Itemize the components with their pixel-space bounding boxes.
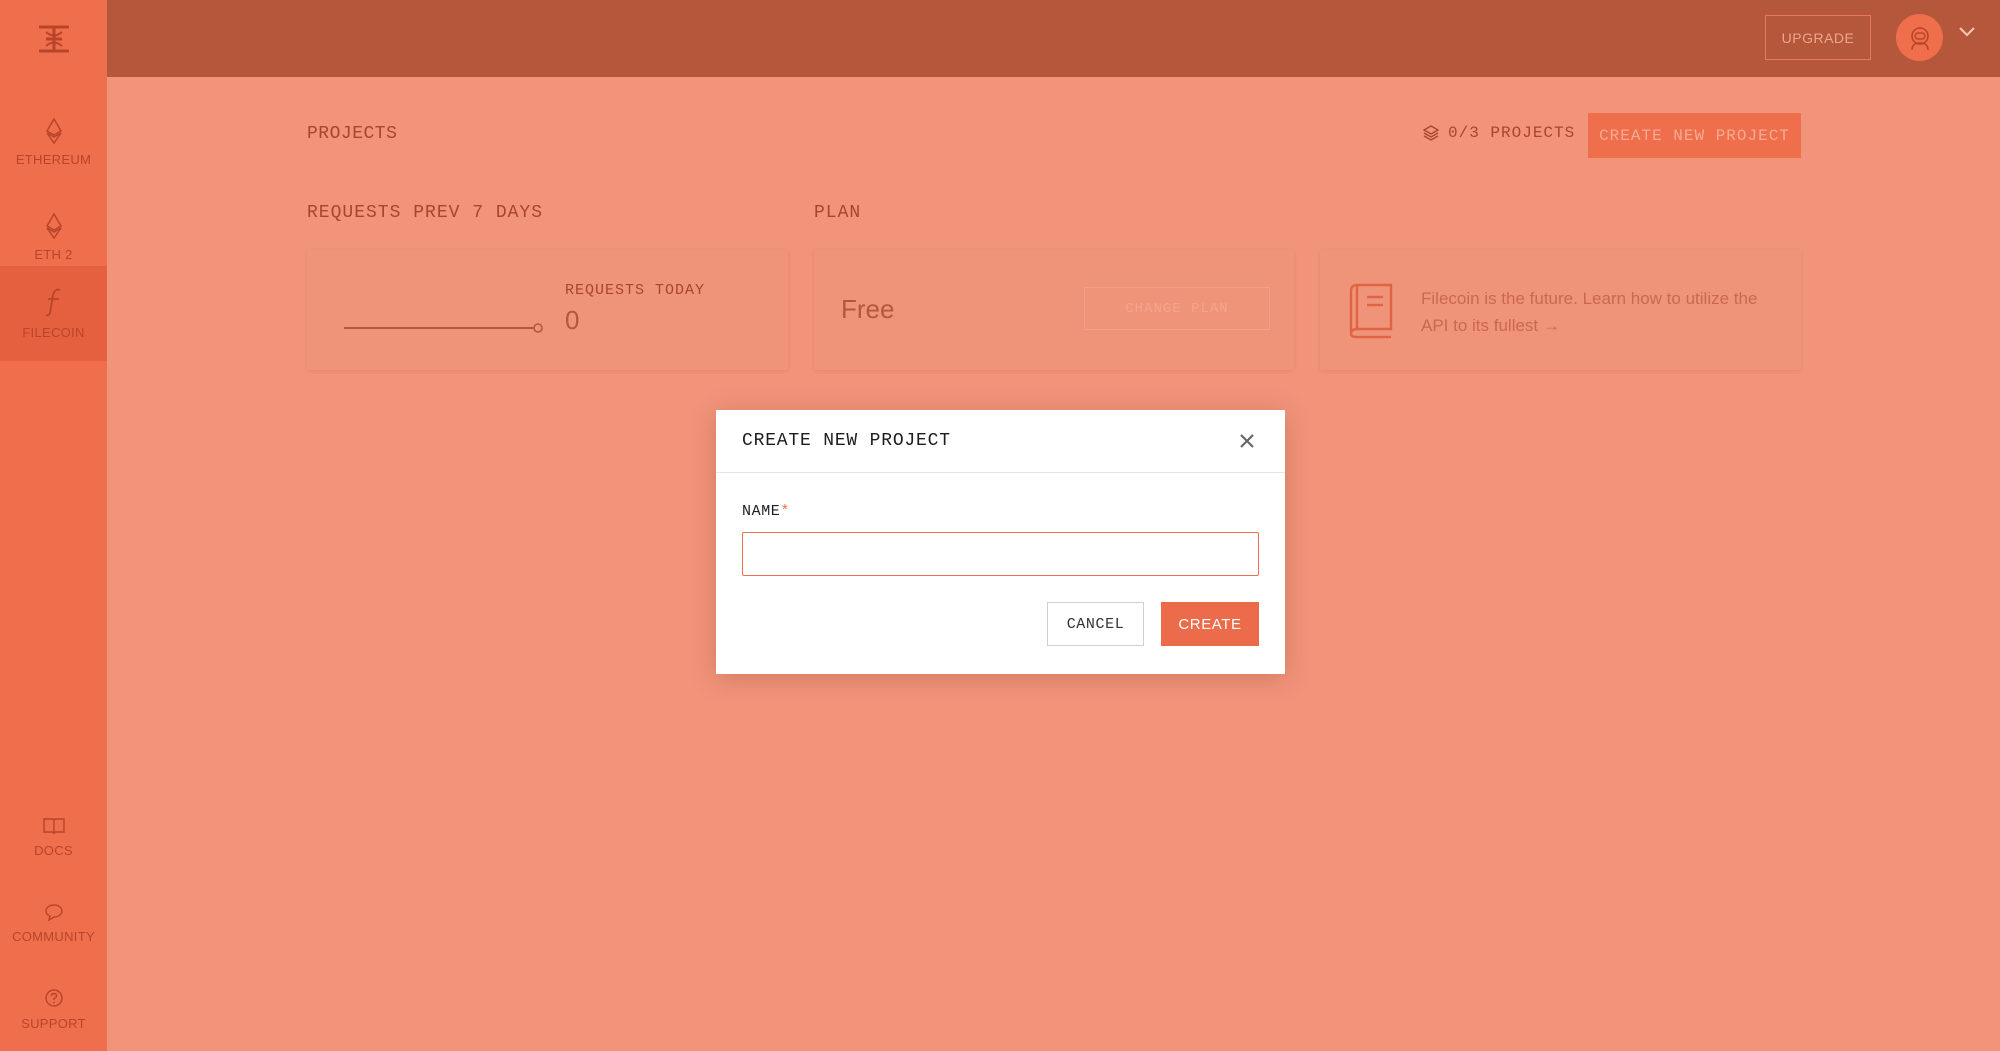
help-icon xyxy=(44,989,63,1007)
logo-icon xyxy=(38,25,69,52)
filecoin-icon xyxy=(45,288,60,317)
plan-name: Free xyxy=(841,294,895,324)
sidebar-item-community[interactable]: COMMUNITY xyxy=(0,876,107,971)
sidebar-item-ethereum[interactable]: ETHEREUM xyxy=(0,95,107,190)
sidebar-item-label: DOCS xyxy=(34,843,73,858)
sidebar-item-label: SUPPORT xyxy=(21,1016,86,1031)
create-button[interactable]: CREATE xyxy=(1161,602,1259,646)
ethereum-icon xyxy=(45,118,62,144)
plan-card: Free CHANGE PLAN xyxy=(814,250,1294,370)
modal-title: CREATE NEW PROJECT xyxy=(742,431,951,451)
close-icon xyxy=(1240,434,1254,448)
project-count: 0/3 PROJECTS xyxy=(1422,124,1575,142)
project-count-label: 0/3 PROJECTS xyxy=(1448,124,1576,142)
sidebar-item-filecoin[interactable]: FILECOIN xyxy=(0,266,107,361)
ethereum-icon xyxy=(45,213,62,239)
create-project-modal: CREATE NEW PROJECT NAME* CANCEL CREATE xyxy=(716,410,1285,674)
requests-sparkline xyxy=(344,323,543,333)
sidebar: ETHEREUM ETH 2 FILECOIN DOCS COMMUNITY S… xyxy=(0,0,107,1051)
sidebar-item-label: COMMUNITY xyxy=(12,929,95,944)
required-marker: * xyxy=(780,503,791,520)
book-icon xyxy=(42,818,65,835)
sidebar-item-support[interactable]: SUPPORT xyxy=(0,962,107,1051)
modal-header: CREATE NEW PROJECT xyxy=(716,410,1285,473)
page-title: PROJECTS xyxy=(307,124,398,144)
layers-icon xyxy=(1422,125,1440,141)
create-new-project-button[interactable]: CREATE NEW PROJECT xyxy=(1588,113,1801,158)
requests-today-value: 0 xyxy=(565,305,580,335)
sidebar-item-label: ETHEREUM xyxy=(15,152,92,167)
sidebar-item-docs[interactable]: DOCS xyxy=(0,790,107,885)
requests-section-label: REQUESTS PREV 7 DAYS xyxy=(307,203,544,223)
astronaut-icon xyxy=(1910,26,1929,50)
requests-today-label: REQUESTS TODAY xyxy=(565,282,706,299)
change-plan-button[interactable]: CHANGE PLAN xyxy=(1084,287,1270,330)
book-icon xyxy=(1349,283,1393,339)
project-name-input[interactable] xyxy=(742,532,1259,576)
close-button[interactable] xyxy=(1235,429,1259,453)
plan-section-label: PLAN xyxy=(814,203,862,223)
filecoin-promo-card[interactable]: Filecoin is the future. Learn how to uti… xyxy=(1320,250,1801,370)
name-label-text: NAME xyxy=(742,503,781,520)
infura-logo[interactable] xyxy=(0,0,107,77)
filecoin-promo-link[interactable]: Filecoin is the future. Learn how to uti… xyxy=(1421,285,1761,339)
top-bar xyxy=(107,0,2000,77)
chevron-down-icon[interactable] xyxy=(1958,26,1976,38)
cancel-button[interactable]: CANCEL xyxy=(1047,602,1144,646)
requests-card: REQUESTS TODAY 0 xyxy=(307,250,788,370)
sidebar-item-label: ETH 2 xyxy=(34,247,73,262)
avatar[interactable] xyxy=(1896,14,1943,61)
name-field-label: NAME* xyxy=(742,503,790,520)
sidebar-item-label: FILECOIN xyxy=(22,325,85,340)
chat-icon xyxy=(44,904,63,921)
upgrade-button[interactable]: UPGRADE xyxy=(1765,15,1871,60)
